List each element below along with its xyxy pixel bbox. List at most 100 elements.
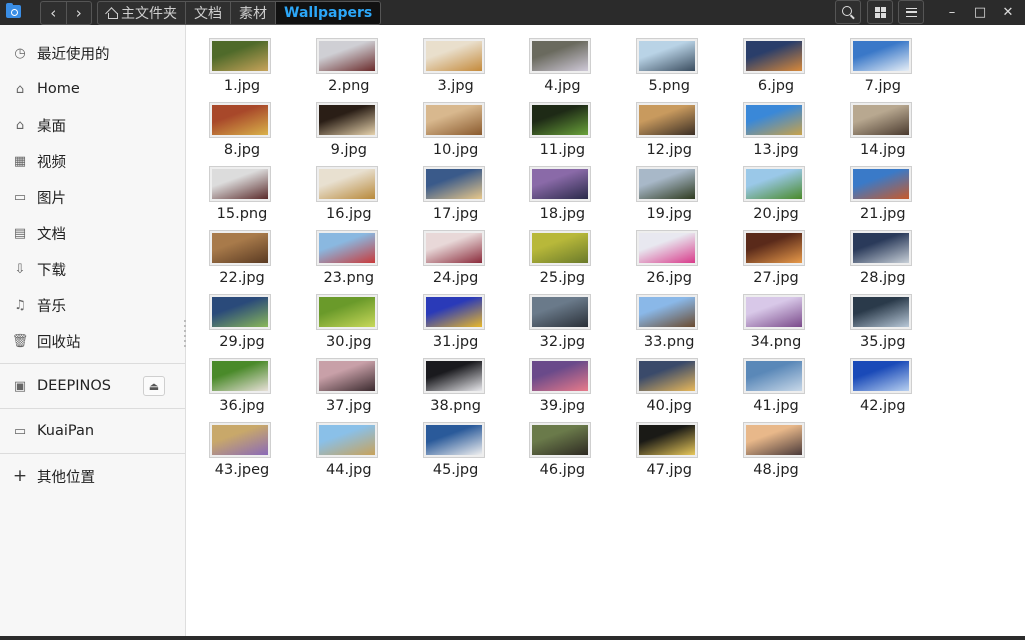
view-mode-button[interactable]	[867, 0, 893, 24]
breadcrumb-home[interactable]: 主文件夹	[98, 2, 185, 24]
image-thumbnail	[209, 294, 271, 330]
image-thumbnail	[849, 294, 912, 330]
file-item[interactable]: 1.jpg	[192, 26, 292, 94]
file-name: 43.jpeg	[214, 462, 270, 478]
sidebar-item-kuaipan[interactable]: ▭ KuaiPan	[0, 413, 185, 449]
sidebar-item-label: DEEPINOS	[37, 378, 111, 394]
sidebar-item-home[interactable]: ⌂ Home	[0, 71, 185, 107]
sidebar-item-desktop[interactable]: ⌂ 桌面	[0, 107, 185, 143]
file-item[interactable]: 2.png	[299, 26, 399, 94]
file-item[interactable]: 30.jpg	[299, 282, 399, 350]
file-item[interactable]: 32.jpg	[512, 282, 612, 350]
file-item[interactable]: 46.jpg	[512, 410, 612, 478]
file-item[interactable]: 9.jpg	[299, 90, 399, 158]
file-item[interactable]: 18.jpg	[512, 154, 612, 222]
file-item[interactable]: 15.png	[192, 154, 292, 222]
file-item[interactable]: 40.jpg	[619, 346, 719, 414]
search-button[interactable]	[835, 0, 861, 24]
image-thumbnail	[636, 102, 699, 138]
file-item[interactable]: 39.jpg	[512, 346, 612, 414]
image-thumbnail	[315, 166, 378, 202]
breadcrumb-materials[interactable]: 素材	[230, 2, 275, 24]
sidebar-item-documents[interactable]: ▤ 文档	[0, 215, 185, 251]
image-thumbnail	[636, 294, 699, 330]
close-button[interactable]: ✕	[994, 0, 1022, 24]
file-item[interactable]: 37.jpg	[299, 346, 399, 414]
file-item[interactable]: 12.jpg	[619, 90, 719, 158]
file-item[interactable]: 10.jpg	[406, 90, 506, 158]
breadcrumb-wallpapers[interactable]: Wallpapers	[275, 2, 381, 24]
view-mode-icon	[874, 6, 886, 18]
image-thumbnail	[636, 358, 699, 394]
sidebar-item-recent[interactable]: ◷ 最近使用的	[0, 35, 185, 71]
file-item[interactable]: 3.jpg	[406, 26, 506, 94]
back-button[interactable]: ‹	[41, 2, 66, 24]
minimize-button[interactable]: –	[938, 0, 966, 24]
file-item[interactable]: 24.jpg	[406, 218, 506, 286]
image-thumbnail	[849, 358, 912, 394]
file-item[interactable]: 47.jpg	[619, 410, 719, 478]
file-item[interactable]: 13.jpg	[726, 90, 826, 158]
file-item[interactable]: 21.jpg	[833, 154, 933, 222]
file-item[interactable]: 33.png	[619, 282, 719, 350]
file-item[interactable]: 5.png	[619, 26, 719, 94]
sidebar-item-pictures[interactable]: ▭ 图片	[0, 179, 185, 215]
sidebar-item-deepinos[interactable]: ▣ DEEPINOS ⏏	[0, 368, 185, 404]
file-item[interactable]: 8.jpg	[192, 90, 292, 158]
file-item[interactable]: 14.jpg	[833, 90, 933, 158]
breadcrumb-documents[interactable]: 文档	[185, 2, 230, 24]
file-item[interactable]: 35.jpg	[833, 282, 933, 350]
file-item[interactable]: 22.jpg	[192, 218, 292, 286]
file-item[interactable]: 7.jpg	[833, 26, 933, 94]
file-item[interactable]: 31.jpg	[406, 282, 506, 350]
sidebar-item-music[interactable]: ♫ 音乐	[0, 287, 185, 323]
file-item[interactable]: 23.png	[299, 218, 399, 286]
file-item[interactable]: 17.jpg	[406, 154, 506, 222]
file-item[interactable]: 29.jpg	[192, 282, 292, 350]
file-item[interactable]: 11.jpg	[512, 90, 612, 158]
image-thumbnail	[422, 166, 485, 202]
file-item[interactable]: 43.jpeg	[192, 410, 292, 478]
file-item[interactable]: 27.jpg	[726, 218, 826, 286]
file-item[interactable]: 25.jpg	[512, 218, 612, 286]
forward-button[interactable]: ›	[65, 2, 92, 24]
breadcrumb-label: 文档	[194, 6, 222, 22]
file-item[interactable]: 38.png	[406, 346, 506, 414]
file-item[interactable]: 42.jpg	[833, 346, 933, 414]
file-item[interactable]: 20.jpg	[726, 154, 826, 222]
menu-button[interactable]	[898, 0, 924, 24]
sidebar-divider	[0, 453, 185, 454]
file-item[interactable]: 4.jpg	[512, 26, 612, 94]
file-item[interactable]: 34.png	[726, 282, 826, 350]
file-item[interactable]: 19.jpg	[619, 154, 719, 222]
image-thumbnail	[315, 422, 378, 458]
image-thumbnail	[636, 422, 699, 458]
image-thumbnail	[315, 294, 378, 330]
title-bar: ‹ › 主文件夹 文档 素材 Wallpapers – □ ✕	[0, 0, 1025, 25]
file-item[interactable]: 44.jpg	[299, 410, 399, 478]
eject-icon: ⏏	[148, 379, 160, 393]
sidebar-item-other-locations[interactable]: + 其他位置	[0, 458, 185, 494]
eject-button[interactable]: ⏏	[143, 376, 165, 396]
image-thumbnail	[529, 294, 592, 330]
image-thumbnail	[209, 38, 271, 74]
file-item[interactable]: 41.jpg	[726, 346, 826, 414]
file-item[interactable]: 6.jpg	[726, 26, 826, 94]
file-item[interactable]: 45.jpg	[406, 410, 506, 478]
file-item[interactable]: 28.jpg	[833, 218, 933, 286]
file-name: 45.jpg	[432, 462, 479, 478]
sidebar-item-downloads[interactable]: ⇩ 下载	[0, 251, 185, 287]
maximize-button[interactable]: □	[966, 0, 994, 24]
image-thumbnail	[743, 38, 805, 74]
navigation-buttons: ‹ ›	[40, 1, 92, 25]
file-item[interactable]: 36.jpg	[192, 346, 292, 414]
sidebar-item-trash[interactable]: 🗑 回收站	[0, 323, 185, 359]
breadcrumb-label: Wallpapers	[284, 5, 373, 21]
file-item[interactable]: 48.jpg	[726, 410, 826, 478]
sidebar-item-label: 图片	[37, 190, 66, 207]
image-thumbnail	[636, 230, 699, 266]
sidebar-item-label: 文档	[37, 226, 66, 243]
sidebar-item-videos[interactable]: ▦ 视频	[0, 143, 185, 179]
file-item[interactable]: 16.jpg	[299, 154, 399, 222]
file-item[interactable]: 26.jpg	[619, 218, 719, 286]
